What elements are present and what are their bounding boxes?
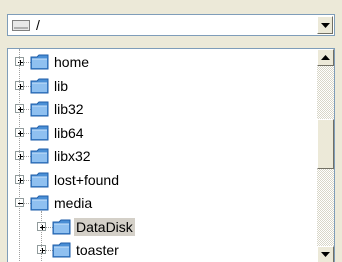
tree-item-label: lib64 bbox=[54, 124, 84, 141]
tree-connector bbox=[19, 49, 20, 262]
path-combobox-value: / bbox=[36, 17, 40, 33]
scroll-down-button[interactable] bbox=[317, 246, 334, 262]
tree-item-libx32[interactable]: libx32 bbox=[8, 145, 313, 167]
tree-item-label: lost+found bbox=[54, 171, 119, 188]
chevron-down-icon bbox=[321, 23, 330, 28]
tree-item-home[interactable]: home bbox=[8, 51, 313, 73]
tree-item-lib32[interactable]: lib32 bbox=[8, 98, 313, 120]
tree-item-label: media bbox=[54, 195, 93, 211]
tree-item-label: lib32 bbox=[54, 101, 84, 117]
folder-icon bbox=[52, 219, 72, 235]
scroll-thumb[interactable] bbox=[317, 119, 334, 169]
tree-item-datadisk[interactable]: DataDisk bbox=[8, 216, 313, 238]
tree-item-lost-found[interactable]: lost+found bbox=[8, 169, 313, 191]
folder-tree[interactable]: home lib lib32 lib64 libx32 lost+found media Da… bbox=[7, 48, 335, 262]
tree-item-label: lib bbox=[54, 77, 69, 94]
folder-icon bbox=[30, 125, 50, 141]
folder-icon bbox=[30, 148, 50, 164]
open-folder-icon bbox=[30, 195, 50, 211]
window-top-edge bbox=[0, 0, 342, 10]
folder-icon bbox=[30, 54, 50, 70]
chevron-down-icon bbox=[321, 252, 330, 257]
tree-item-label: home bbox=[54, 54, 90, 70]
tree-item-media[interactable]: media bbox=[8, 192, 313, 214]
scroll-up-button[interactable] bbox=[317, 49, 334, 66]
folder-icon bbox=[52, 242, 72, 258]
drive-icon bbox=[12, 18, 30, 32]
tree-item-label: toaster bbox=[76, 242, 119, 258]
tree-item-toaster[interactable]: toaster bbox=[8, 239, 313, 261]
tree-item-label: libx32 bbox=[54, 148, 91, 164]
folder-icon bbox=[30, 172, 50, 188]
path-combobox[interactable]: / bbox=[7, 14, 335, 36]
vertical-scrollbar[interactable] bbox=[317, 49, 334, 262]
tree-item-label: DataDisk bbox=[74, 217, 135, 236]
tree-item-lib64[interactable]: lib64 bbox=[8, 122, 313, 144]
dropdown-button[interactable] bbox=[317, 16, 333, 34]
tree-connector bbox=[41, 211, 42, 262]
folder-icon bbox=[30, 101, 50, 117]
tree-item-lib[interactable]: lib bbox=[8, 75, 313, 97]
folder-icon bbox=[30, 78, 50, 94]
chevron-up-icon bbox=[321, 55, 330, 60]
